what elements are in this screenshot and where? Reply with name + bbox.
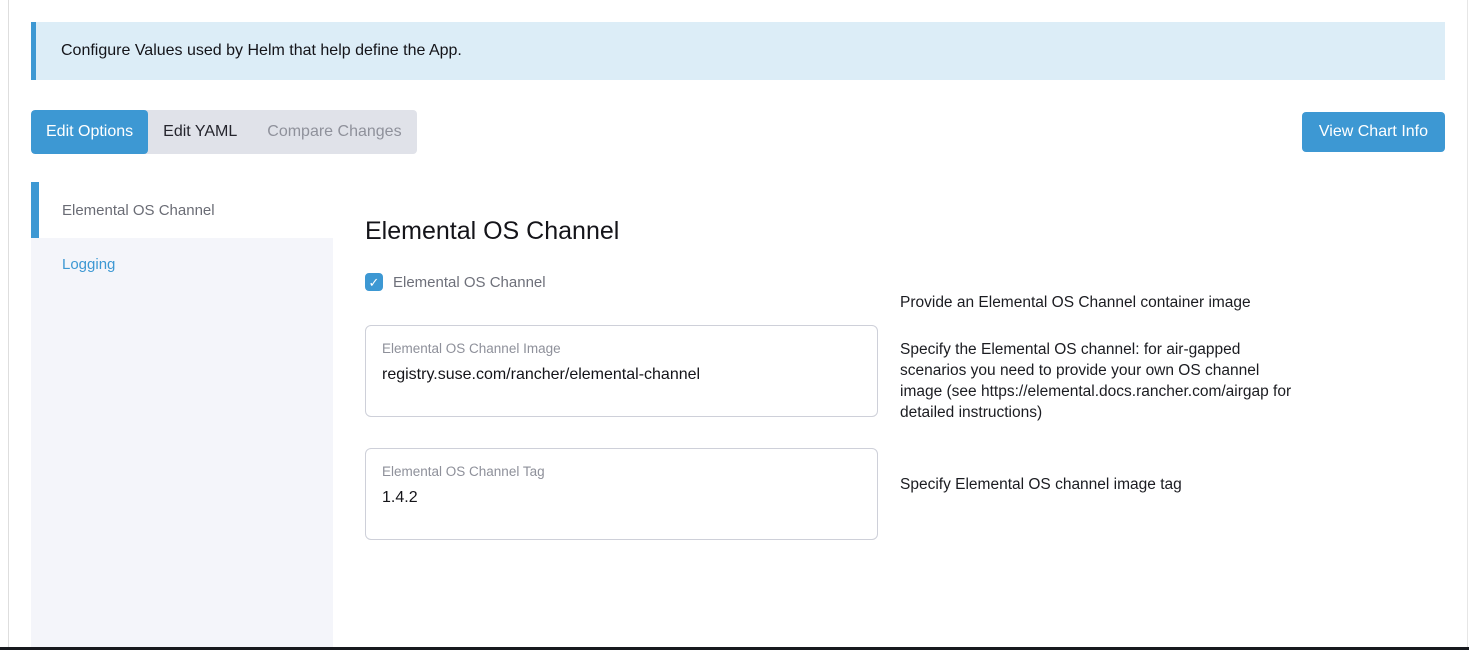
- main-area: Elemental OS Channel Logging Elemental O…: [31, 182, 1445, 649]
- toolbar: Edit Options Edit YAML Compare Changes V…: [31, 110, 1445, 154]
- tab-compare-changes[interactable]: Compare Changes: [252, 110, 416, 154]
- sidebar-item-elemental-os-channel[interactable]: Elemental OS Channel: [31, 182, 333, 238]
- sidebar-item-logging[interactable]: Logging: [31, 238, 333, 290]
- info-banner-text: Configure Values used by Helm that help …: [61, 42, 462, 60]
- field-cell: Elemental OS Channel Image: [365, 325, 878, 423]
- elemental-os-channel-checkbox[interactable]: ✓ Elemental OS Channel: [365, 272, 878, 291]
- checkmark-icon: ✓: [369, 276, 380, 289]
- tab-compare-changes-label: Compare Changes: [267, 123, 401, 141]
- form-section-sidebar: Elemental OS Channel Logging: [31, 182, 333, 649]
- tab-edit-options-label: Edit Options: [46, 123, 133, 141]
- checkbox-description: Provide an Elemental OS Channel containe…: [900, 272, 1305, 313]
- field-row: Elemental OS Channel Image Specify the E…: [365, 325, 1305, 423]
- channel-tag-field-label: Elemental OS Channel Tag: [382, 464, 861, 480]
- checkbox-cell: ✓ Elemental OS Channel: [365, 272, 878, 313]
- channel-image-field-label: Elemental OS Channel Image: [382, 341, 861, 357]
- window-frame-left-border: [8, 0, 9, 647]
- channel-tag-description: Specify Elemental OS channel image tag: [900, 448, 1305, 540]
- field-cell: Elemental OS Channel Tag: [365, 448, 878, 540]
- checkbox-label: Elemental OS Channel: [393, 274, 546, 291]
- channel-tag-input[interactable]: [382, 489, 861, 507]
- channel-tag-field-box[interactable]: Elemental OS Channel Tag: [365, 448, 878, 540]
- section-title: Elemental OS Channel: [365, 216, 1305, 246]
- channel-image-description: Specify the Elemental OS channel: for ai…: [900, 325, 1305, 423]
- tab-edit-options[interactable]: Edit Options: [31, 110, 148, 154]
- edit-mode-tabs: Edit Options Edit YAML Compare Changes: [31, 110, 417, 154]
- tab-edit-yaml-label: Edit YAML: [163, 123, 237, 141]
- channel-image-input[interactable]: [382, 366, 861, 384]
- field-row: Elemental OS Channel Tag Specify Element…: [365, 448, 1305, 540]
- checkbox-row: ✓ Elemental OS Channel Provide an Elemen…: [365, 272, 1305, 313]
- window-frame-right-border: [1467, 0, 1468, 647]
- section-content: Elemental OS Channel ✓ Elemental OS Chan…: [365, 182, 1305, 649]
- view-chart-info-button[interactable]: View Chart Info: [1302, 112, 1445, 152]
- sidebar-item-label: Logging: [62, 256, 115, 273]
- helm-values-config-page: Configure Values used by Helm that help …: [0, 0, 1469, 649]
- tab-edit-yaml[interactable]: Edit YAML: [148, 110, 252, 154]
- sidebar-item-label: Elemental OS Channel: [62, 202, 215, 219]
- channel-image-field-box[interactable]: Elemental OS Channel Image: [365, 325, 878, 417]
- checkbox-checked-icon[interactable]: ✓: [365, 273, 383, 291]
- info-banner: Configure Values used by Helm that help …: [31, 22, 1445, 80]
